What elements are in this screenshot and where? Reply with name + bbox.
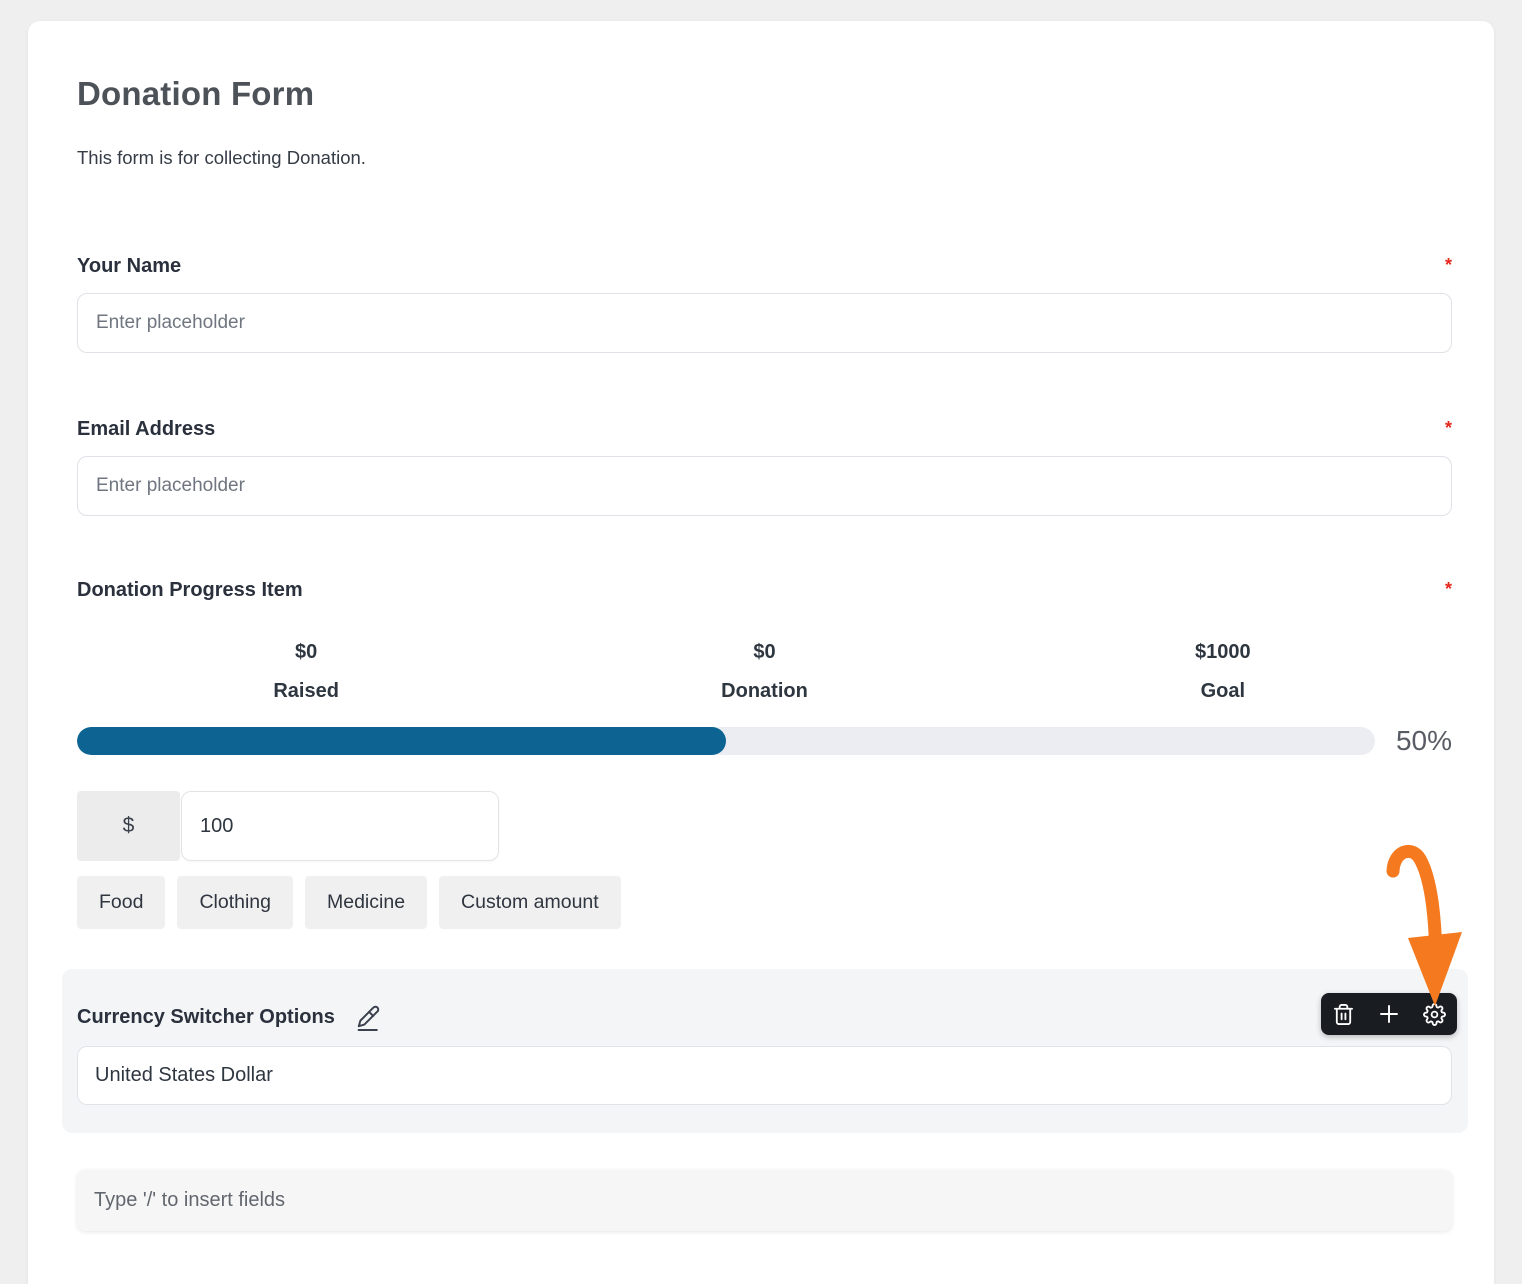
stat-raised: $0 Raised: [77, 641, 535, 703]
required-asterisk: *: [1445, 418, 1452, 438]
preset-food-button[interactable]: Food: [77, 876, 165, 929]
edit-label-button[interactable]: [356, 1004, 381, 1031]
page-title: Donation Form: [77, 75, 1452, 113]
stat-goal: $1000 Goal: [994, 641, 1452, 703]
currency-switcher-input[interactable]: [77, 1046, 1452, 1105]
goal-caption: Goal: [994, 680, 1452, 703]
your-name-input[interactable]: [77, 293, 1452, 353]
stat-donation: $0 Donation: [535, 641, 993, 703]
currency-symbol-prefix: $: [77, 791, 180, 861]
goal-amount: $1000: [994, 641, 1452, 664]
currency-switcher-section: Currency Switcher Options: [62, 969, 1468, 1133]
preset-custom-amount-button[interactable]: Custom amount: [439, 876, 621, 929]
donation-amount-input[interactable]: [181, 791, 499, 861]
progress-bar-row: 50%: [77, 725, 1452, 757]
donation-amount-row: $: [77, 791, 1452, 861]
field-settings-button[interactable]: [1419, 999, 1449, 1029]
donation-preset-options: Food Clothing Medicine Custom amount: [77, 876, 1452, 929]
form-builder-card: Donation Form This form is for collectin…: [28, 21, 1494, 1284]
email-address-label: Email Address: [77, 418, 215, 441]
progress-bar-track: [77, 727, 1375, 755]
your-name-label: Your Name: [77, 255, 181, 278]
add-field-button[interactable]: [1374, 999, 1404, 1029]
pencil-icon: [356, 1004, 381, 1031]
page-description: This form is for collecting Donation.: [77, 147, 1452, 169]
donation-stats-row: $0 Raised $0 Donation $1000 Goal: [77, 641, 1452, 703]
required-asterisk: *: [1445, 255, 1452, 275]
gear-icon: [1423, 1003, 1446, 1026]
required-asterisk: *: [1445, 579, 1452, 599]
field-actions-toolbar: [1321, 993, 1457, 1035]
field-your-name: Your Name *: [77, 255, 1452, 353]
delete-field-button[interactable]: [1329, 999, 1359, 1029]
currency-switcher-label: Currency Switcher Options: [77, 1006, 335, 1029]
field-email-address: Email Address *: [77, 418, 1452, 516]
preset-clothing-button[interactable]: Clothing: [177, 876, 293, 929]
trash-icon: [1332, 1003, 1355, 1026]
donation-amount: $0: [535, 641, 993, 664]
preset-medicine-button[interactable]: Medicine: [305, 876, 427, 929]
raised-caption: Raised: [77, 680, 535, 703]
plus-icon: [1377, 1002, 1401, 1026]
donation-progress-label: Donation Progress Item: [77, 579, 303, 602]
email-address-input[interactable]: [77, 456, 1452, 516]
progress-fill: [77, 727, 726, 755]
insert-fields-input[interactable]: [77, 1170, 1452, 1231]
field-donation-progress: Donation Progress Item * $0 Raised $0 Do…: [77, 579, 1452, 929]
donation-caption: Donation: [535, 680, 993, 703]
raised-amount: $0: [77, 641, 535, 664]
progress-percent-label: 50%: [1386, 725, 1452, 757]
